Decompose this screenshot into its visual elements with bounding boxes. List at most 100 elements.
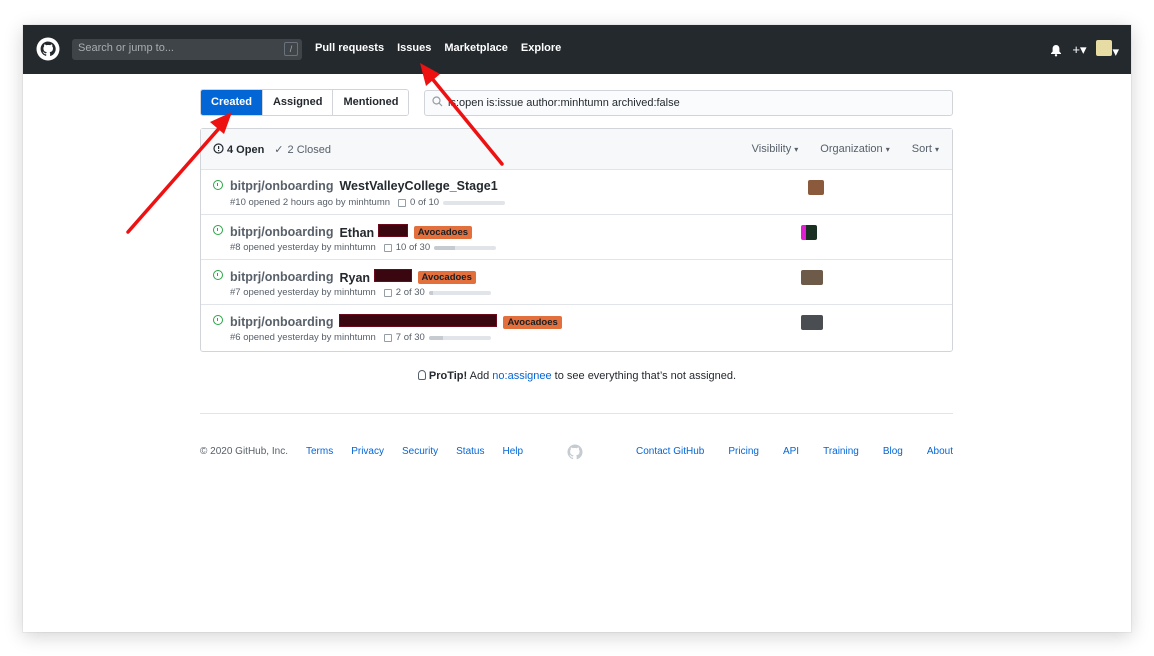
- chevron-down-icon: ▾: [1079, 42, 1087, 57]
- issue-meta: #8 opened yesterday by minhtumn 10 of 30: [230, 242, 497, 253]
- avatar[interactable]: [808, 180, 824, 195]
- issue-opened-icon: [213, 180, 223, 190]
- footer-status[interactable]: Status: [456, 446, 484, 457]
- checklist-icon: [383, 288, 392, 297]
- no-assignee-link[interactable]: no:assignee: [492, 370, 551, 382]
- issue-repo-link[interactable]: bitprj/onboarding: [230, 315, 333, 329]
- footer-pricing[interactable]: Pricing: [728, 446, 759, 457]
- issue-title-link[interactable]: WestValleyCollege_Stage1: [339, 179, 497, 193]
- footer-privacy[interactable]: Privacy: [351, 446, 384, 457]
- top-nav: Pull requests Issues Marketplace Explore: [315, 42, 561, 54]
- protip: ProTip! Add no:assignee to see everythin…: [23, 370, 1131, 382]
- tab-created[interactable]: Created: [201, 90, 262, 115]
- task-count: 7 of 30: [395, 332, 425, 343]
- closed-issues-toggle[interactable]: ✓ 2 Closed: [274, 143, 331, 156]
- visibility-label: Visibility: [751, 143, 792, 155]
- issue-title-link[interactable]: Ethan: [339, 224, 408, 240]
- search-shortcut-key: /: [284, 42, 298, 56]
- bell-icon[interactable]: [1050, 44, 1062, 57]
- list-item: bitprj/onboarding Ethan Avocadoes #8 ope…: [201, 215, 952, 260]
- issue-opened-icon: [213, 225, 223, 235]
- task-progress: 2 of 30: [383, 287, 491, 298]
- nav-explore[interactable]: Explore: [521, 42, 561, 54]
- issue-opened-icon: [213, 143, 224, 154]
- issue-repo-link[interactable]: bitprj/onboarding: [230, 270, 333, 284]
- checklist-icon: [383, 333, 392, 342]
- open-issues-toggle[interactable]: 4 Open: [213, 143, 264, 156]
- nav-issues[interactable]: Issues: [397, 42, 431, 54]
- footer-about[interactable]: About: [927, 446, 953, 457]
- checklist-icon: [398, 198, 407, 207]
- issue-title-link[interactable]: [339, 314, 498, 330]
- issue-title-text: Ethan: [339, 226, 375, 240]
- search-input[interactable]: Search or jump to... /: [72, 39, 302, 60]
- avatar[interactable]: [801, 315, 823, 330]
- progress-bar: [443, 200, 506, 205]
- task-count: 0 of 10: [410, 197, 440, 208]
- avatar[interactable]: [801, 270, 823, 285]
- tab-mentioned[interactable]: Mentioned: [332, 90, 409, 115]
- task-count: 10 of 30: [395, 242, 431, 253]
- organization-dropdown[interactable]: Organization ▾: [820, 143, 889, 155]
- task-progress: 0 of 10: [398, 197, 506, 208]
- issue-meta: #10 opened 2 hours ago by minhtumn 0 of …: [230, 197, 506, 208]
- issue-title-line: bitprj/onboarding WestValleyCollege_Stag…: [230, 179, 498, 193]
- footer-blog[interactable]: Blog: [883, 446, 903, 457]
- progress-fill: [428, 335, 444, 340]
- github-logo-icon[interactable]: [36, 37, 60, 61]
- chevron-down-icon: ▾: [885, 145, 890, 154]
- user-menu[interactable]: ▾: [1096, 40, 1119, 60]
- progress-fill: [434, 245, 455, 250]
- issues-list-header: 4 Open ✓ 2 Closed Visibility ▾ Organizati…: [201, 129, 952, 170]
- footer-training[interactable]: Training: [823, 446, 859, 457]
- list-item: bitprj/onboarding Ryan Avocadoes #7 open…: [201, 260, 952, 305]
- issue-label[interactable]: Avocadoes: [413, 225, 473, 239]
- issues-list: 4 Open ✓ 2 Closed Visibility ▾ Organizati…: [200, 128, 953, 352]
- browser-window: Search or jump to... / Pull requests Iss…: [23, 25, 1131, 632]
- search-placeholder: Search or jump to...: [78, 42, 174, 54]
- redacted-block: [377, 224, 408, 237]
- footer-right-links: Contact GitHub Pricing API Training Blog…: [636, 446, 953, 457]
- copyright: © 2020 GitHub, Inc.: [200, 446, 288, 457]
- create-new-button[interactable]: +▾: [1072, 42, 1086, 58]
- issues-filter-input[interactable]: is:open is:issue author:minhtumn archive…: [424, 90, 953, 116]
- nav-marketplace[interactable]: Marketplace: [444, 42, 508, 54]
- state-toggles: 4 Open ✓ 2 Closed: [213, 143, 331, 156]
- list-item: bitprj/onboarding Avocadoes #6 opened ye…: [201, 305, 952, 350]
- github-mark-icon[interactable]: [566, 443, 584, 461]
- issue-title-link[interactable]: Ryan: [339, 269, 412, 285]
- issue-meta-text: #6 opened yesterday by minhtumn: [230, 332, 376, 343]
- tab-assigned[interactable]: Assigned: [261, 90, 333, 115]
- issue-opened-icon: [213, 270, 223, 280]
- filter-dropdowns: Visibility ▾ Organization ▾ Sort ▾: [752, 143, 939, 155]
- task-count: 2 of 30: [395, 287, 425, 298]
- avatar[interactable]: [801, 225, 817, 240]
- light-bulb-icon: [417, 370, 426, 380]
- visibility-dropdown[interactable]: Visibility ▾: [752, 143, 799, 155]
- top-header: Search or jump to... / Pull requests Iss…: [23, 25, 1131, 74]
- protip-pre: Add: [469, 370, 490, 382]
- footer-contact[interactable]: Contact GitHub: [636, 446, 704, 457]
- issue-repo-link[interactable]: bitprj/onboarding: [230, 225, 333, 239]
- issue-title-line: bitprj/onboarding Avocadoes: [230, 314, 562, 330]
- issue-label[interactable]: Avocadoes: [417, 270, 476, 284]
- issue-meta: #7 opened yesterday by minhtumn 2 of 30: [230, 287, 491, 298]
- nav-pull-requests[interactable]: Pull requests: [315, 42, 384, 54]
- issue-label[interactable]: Avocadoes: [503, 315, 562, 329]
- checklist-icon: [383, 243, 392, 252]
- list-item: bitprj/onboarding WestValleyCollege_Stag…: [201, 170, 952, 215]
- protip-lead: ProTip!: [428, 370, 468, 382]
- sort-dropdown[interactable]: Sort ▾: [912, 143, 939, 155]
- footer-security[interactable]: Security: [402, 446, 438, 457]
- sort-label: Sort: [911, 143, 932, 155]
- footer-help[interactable]: Help: [502, 446, 523, 457]
- chevron-down-icon: ▾: [1112, 44, 1119, 59]
- chevron-down-icon: ▾: [934, 145, 939, 154]
- task-progress: 10 of 30: [383, 242, 497, 253]
- progress-fill: [428, 290, 433, 295]
- open-count: 4 Open: [227, 144, 265, 156]
- issue-repo-link[interactable]: bitprj/onboarding: [230, 179, 333, 193]
- avatar: [1096, 40, 1113, 56]
- footer-terms[interactable]: Terms: [306, 446, 333, 457]
- footer-api[interactable]: API: [783, 446, 799, 457]
